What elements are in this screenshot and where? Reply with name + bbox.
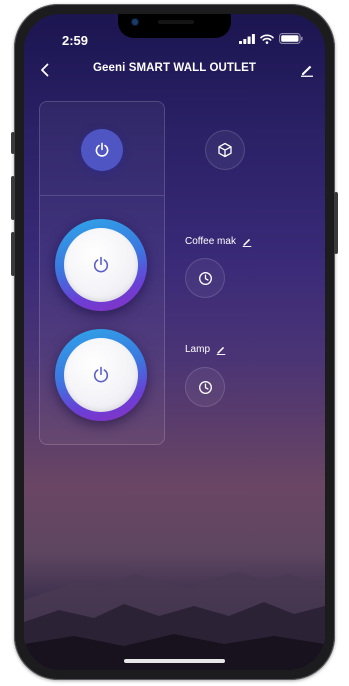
scene-button[interactable] xyxy=(205,130,245,170)
side-button xyxy=(334,192,338,254)
master-power-button[interactable] xyxy=(81,129,123,171)
power-icon xyxy=(95,142,109,157)
clock-icon xyxy=(198,380,212,394)
socket-2-power-button[interactable] xyxy=(55,329,147,421)
status-icons xyxy=(239,33,303,44)
cube-icon xyxy=(218,142,232,158)
socket-2-face xyxy=(64,338,138,412)
app-screen: 2:59 Geeni SMART WALL OUTLET Coffee mak … xyxy=(24,14,325,670)
page-title: Geeni SMART WALL OUTLET xyxy=(92,62,257,74)
speaker xyxy=(158,20,194,24)
power-icon xyxy=(93,366,109,383)
notch xyxy=(118,14,231,38)
camera xyxy=(132,19,138,25)
pencil-icon[interactable] xyxy=(297,60,317,80)
battery-icon xyxy=(279,33,303,44)
mute-switch xyxy=(11,132,15,154)
socket-1-label: Coffee mak xyxy=(185,236,236,247)
power-icon xyxy=(93,256,109,273)
wifi-icon xyxy=(260,34,274,44)
clock-icon xyxy=(198,271,212,285)
nav-bar: Geeni SMART WALL OUTLET xyxy=(24,58,325,82)
volume-up-button xyxy=(11,176,15,220)
panel-divider xyxy=(40,195,164,196)
socket-1-power-button[interactable] xyxy=(55,219,147,311)
mountain-background xyxy=(24,572,325,670)
status-time: 2:59 xyxy=(62,33,89,48)
volume-down-button xyxy=(11,232,15,276)
socket-1-timer-button[interactable] xyxy=(185,258,225,298)
socket-2-name: Lamp xyxy=(185,344,226,355)
socket-2-timer-button[interactable] xyxy=(185,367,225,407)
chevron-left-icon[interactable] xyxy=(34,58,54,82)
outlet-panel xyxy=(39,101,165,445)
home-indicator[interactable] xyxy=(124,659,225,663)
socket-1-name: Coffee mak xyxy=(185,236,252,247)
pencil-icon[interactable] xyxy=(216,345,226,355)
phone-frame: 2:59 Geeni SMART WALL OUTLET Coffee mak … xyxy=(11,4,338,680)
socket-2-label: Lamp xyxy=(185,344,211,355)
signal-icon xyxy=(239,33,255,44)
socket-1-face xyxy=(64,228,138,302)
pencil-icon[interactable] xyxy=(242,237,252,247)
